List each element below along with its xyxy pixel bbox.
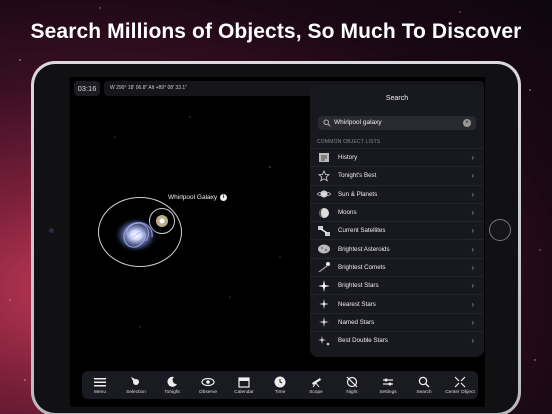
chevron-right-icon: › <box>471 299 474 309</box>
info-icon[interactable]: i <box>220 194 228 201</box>
toolbar-label: Menu <box>94 389 106 395</box>
time-display[interactable]: 03:16 <box>74 81 100 96</box>
bright-star-icon <box>316 279 332 293</box>
toolbar-scope-button[interactable]: Scope <box>298 376 334 395</box>
near-star-icon <box>316 297 332 311</box>
panel-title: Search <box>385 95 409 102</box>
toolbar-tonight-button[interactable]: Tonight <box>154 376 190 395</box>
toolbar-center-object-button[interactable]: Center Object <box>442 376 478 395</box>
night-icon <box>346 376 358 388</box>
chevron-right-icon: › <box>471 317 474 327</box>
calendar-icon <box>238 376 250 388</box>
list-item[interactable]: Nearest Stars › <box>310 294 484 312</box>
chevron-right-icon: › <box>471 153 474 163</box>
comet-icon <box>316 260 332 274</box>
chevron-right-icon: › <box>471 244 474 254</box>
double-star-icon <box>316 334 332 348</box>
chevron-right-icon: › <box>471 208 474 218</box>
toolbar-label: Search <box>416 389 432 395</box>
toolbar-observe-button[interactable]: Observe <box>190 376 226 395</box>
toolbar-night-button[interactable]: Night <box>334 376 370 395</box>
toolbar-settings-button[interactable]: Settings <box>370 376 406 395</box>
telescope-icon <box>310 376 322 388</box>
list-item[interactable]: Sun & Planets › <box>310 184 484 203</box>
planet-icon <box>316 187 332 201</box>
list-item[interactable]: Named Stars › <box>310 312 484 331</box>
tonight-icon <box>166 376 178 388</box>
toolbar-label: Tonight <box>164 389 180 395</box>
headline: Search Millions of Objects, So Much To D… <box>30 20 522 43</box>
toolbar-label: Night <box>346 389 358 395</box>
app-screen: 03:16 W 290° 18' 06.8" Alt +89° 08' 33.1… <box>70 77 485 407</box>
toolbar-label: Settings <box>379 389 397 395</box>
search-icon <box>323 119 331 127</box>
asteroid-icon <box>316 242 332 256</box>
list-item[interactable]: Brightest Stars › <box>310 276 484 294</box>
star-outline-icon <box>316 169 332 183</box>
toolbar-label: Selection <box>126 389 146 395</box>
home-button[interactable] <box>489 219 511 241</box>
list-item[interactable]: History › <box>310 148 484 166</box>
toolbar-time-button[interactable]: Time <box>262 376 298 395</box>
toolbar-selection-button[interactable]: Selection <box>118 376 154 395</box>
list-item[interactable]: Brightest Asteroids › <box>310 239 484 257</box>
chevron-right-icon: › <box>471 189 474 199</box>
object-label[interactable]: Whirlpool Galaxy i <box>168 194 228 201</box>
list-item-label: Current Satellites <box>338 227 386 235</box>
list-item-label: Nearest Stars <box>338 300 376 308</box>
bottom-toolbar: Menu Selection Tonight Observe Calendar Time S… <box>82 371 478 399</box>
list-item-label: Best Double Stars <box>338 337 388 345</box>
ipad-frame: 03:16 W 290° 18' 06.8" Alt +89° 08' 33.1… <box>31 61 521 414</box>
list-item-label: Brightest Comets <box>338 263 386 271</box>
list-item-label: Moons <box>338 209 357 217</box>
list-item[interactable]: Best Double Stars › <box>310 330 484 349</box>
list-item-label: Brightest Asteroids <box>338 245 390 253</box>
toolbar-menu-button[interactable]: Menu <box>82 376 118 395</box>
list-item-label: Named Stars <box>338 318 375 326</box>
list-item-label: Sun & Planets <box>338 190 378 198</box>
center-icon <box>454 376 466 388</box>
whirlpool-galaxy-image[interactable] <box>110 207 175 257</box>
search-input[interactable]: Whirlpool galaxy × <box>318 116 476 130</box>
chevron-right-icon: › <box>471 171 474 181</box>
search-icon <box>418 376 430 388</box>
clock-icon <box>274 376 286 388</box>
chevron-right-icon: › <box>471 336 474 346</box>
toolbar-label: Center Object <box>445 389 475 395</box>
object-list: History › Tonight's Best › Sun & Planets › Moo… <box>310 148 484 349</box>
menu-icon <box>94 376 106 388</box>
toolbar-label: Time <box>274 389 286 395</box>
list-item-label: Brightest Stars <box>338 282 379 290</box>
list-item[interactable]: Brightest Comets › <box>310 257 484 276</box>
list-item[interactable]: Moons › <box>310 202 484 221</box>
chevron-right-icon: › <box>471 226 474 236</box>
selection-icon <box>130 376 142 388</box>
chevron-right-icon: › <box>471 262 474 272</box>
list-item[interactable]: Tonight's Best › <box>310 166 484 184</box>
camera-dot <box>49 228 54 233</box>
section-header: COMMON OBJECT LISTS <box>317 139 381 145</box>
list-item-label: History <box>338 154 358 162</box>
toolbar-label: Scope <box>309 389 323 395</box>
list-item[interactable]: Current Satellites › <box>310 221 484 239</box>
chevron-right-icon: › <box>471 281 474 291</box>
named-star-icon <box>316 315 332 329</box>
toolbar-label: Observe <box>198 389 218 395</box>
toolbar-search-button[interactable]: Search <box>406 376 442 395</box>
search-panel: Search Whirlpool galaxy × COMMON OBJECT … <box>310 85 484 357</box>
toolbar-label: Calendar <box>234 389 254 395</box>
toolbar-calendar-button[interactable]: Calendar <box>226 376 262 395</box>
search-query: Whirlpool galaxy <box>334 119 382 126</box>
eye-icon <box>201 376 215 388</box>
clear-icon[interactable]: × <box>463 119 471 127</box>
settings-icon <box>382 376 394 388</box>
moon-icon <box>316 206 332 220</box>
object-name: Whirlpool Galaxy <box>168 194 218 201</box>
history-icon <box>316 151 332 165</box>
list-item-label: Tonight's Best <box>338 172 377 180</box>
satellite-icon <box>316 224 332 238</box>
